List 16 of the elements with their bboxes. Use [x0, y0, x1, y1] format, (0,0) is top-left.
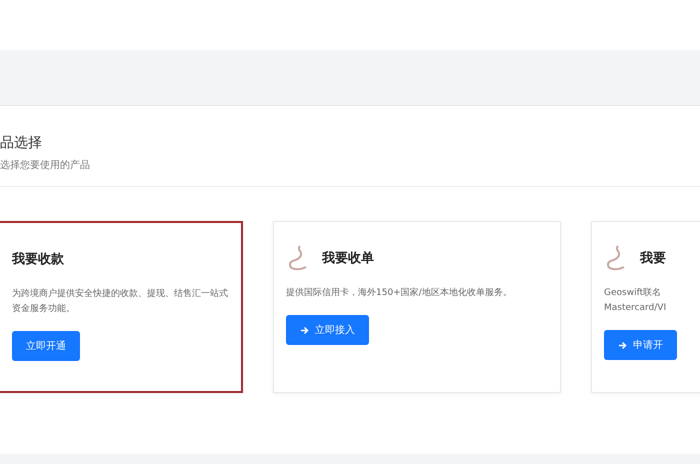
arrow-icon [300, 326, 309, 334]
product-card[interactable]: 我要收款 为跨境商户提供安全快捷的收款、提现、结售汇一站式资金服务功能。 立即开通 [0, 221, 243, 393]
product-card[interactable]: 我要收单 提供国际信用卡，海外150+国家/地区本地化收单服务。 立即接入 [273, 221, 561, 393]
arrow-icon [618, 340, 627, 350]
card-description: 提供国际信用卡，海外150+国家/地区本地化收单服务。 [286, 286, 513, 300]
card-title: 我要收单 [322, 250, 374, 267]
card-button[interactable]: 立即接入 [286, 315, 369, 345]
card-description: 为跨境商户提供安全快捷的收款、提现、结售汇一站式资金服务功能。 [12, 288, 229, 316]
card-title: 我要 [640, 250, 666, 267]
card-description: Geoswift联名 Mastercard/VI [604, 286, 668, 315]
card-button[interactable]: 立即开通 [12, 331, 80, 361]
section-subtitle: 选择您要使用的产品 [0, 158, 90, 172]
product-card[interactable]: 我要 Geoswift联名 Mastercard/VI 申请开 [591, 221, 700, 393]
card-title: 我要收款 [12, 251, 64, 268]
section-title: 品选择 [0, 134, 42, 152]
card-button[interactable]: 申请开 [604, 330, 677, 360]
